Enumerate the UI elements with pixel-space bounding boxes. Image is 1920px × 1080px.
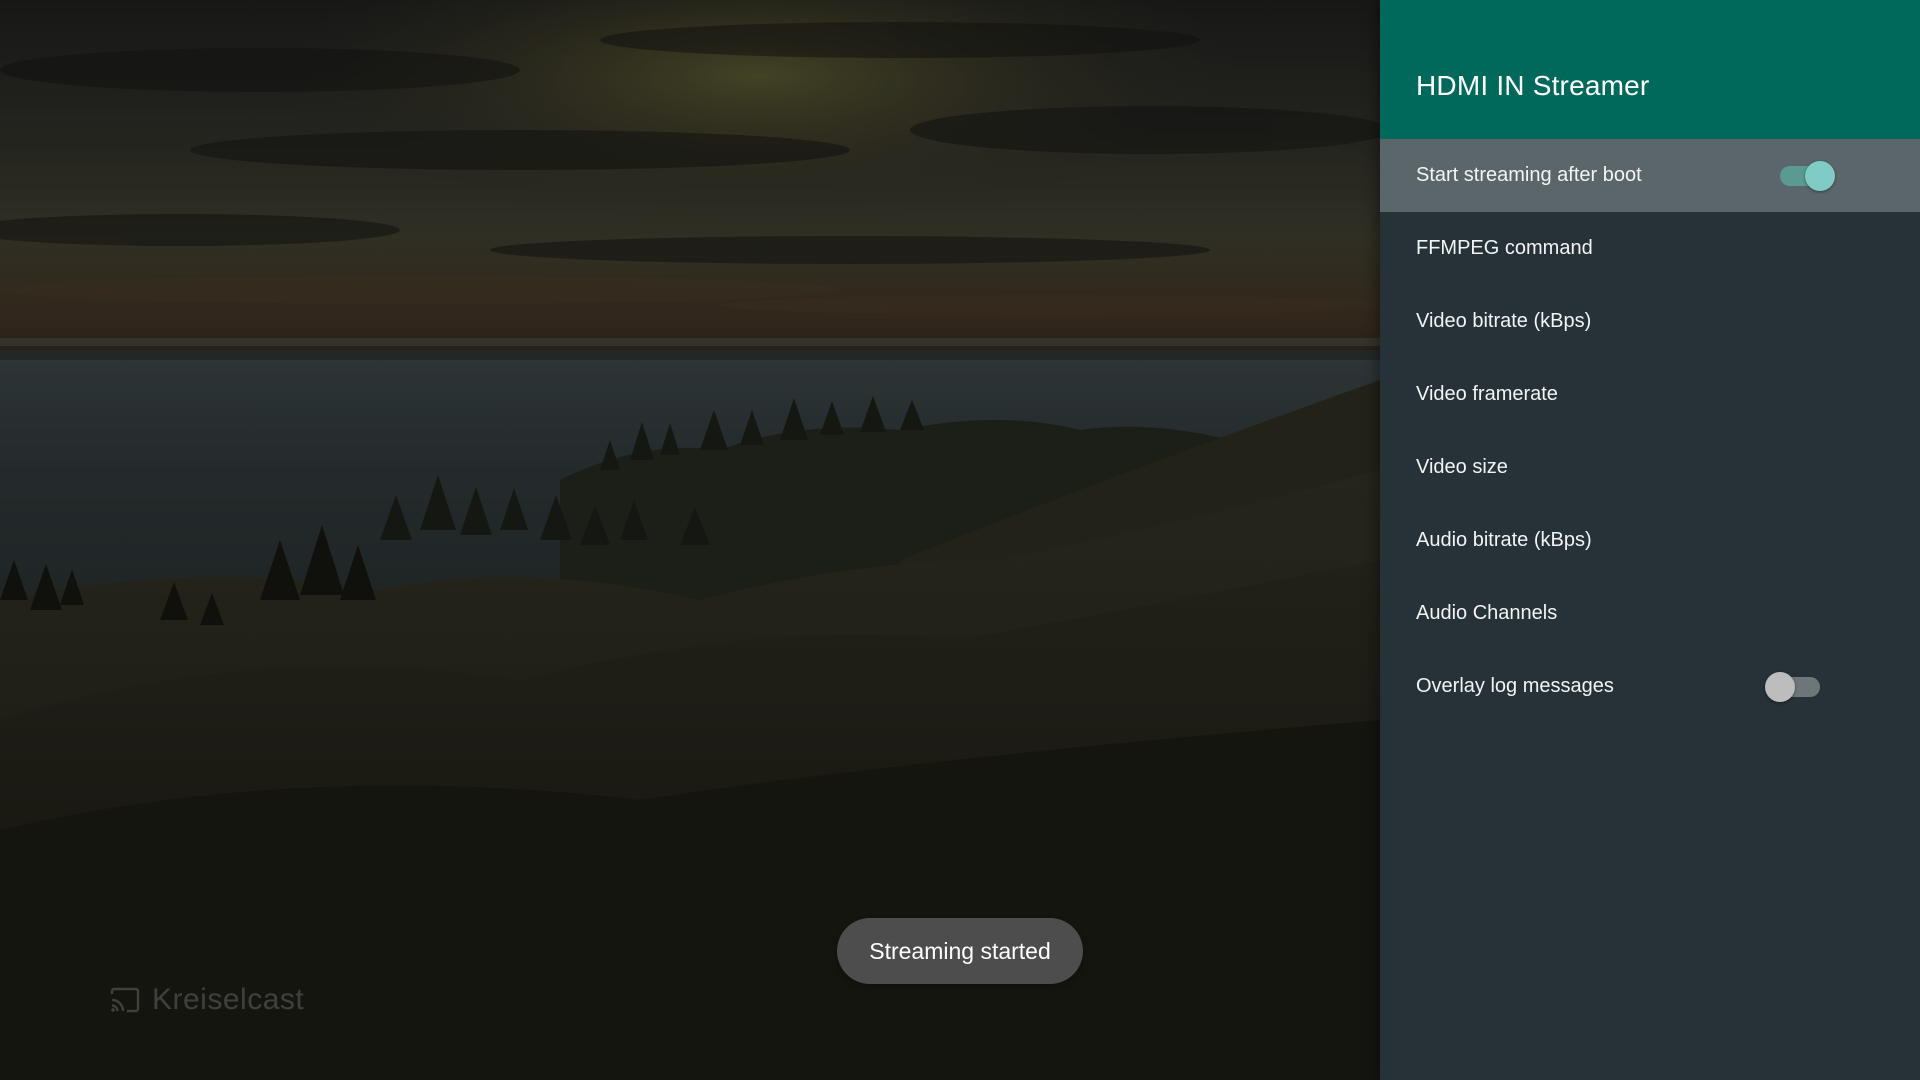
tv-screen: Kreiselcast Streaming started HDMI IN St…	[0, 0, 1920, 1080]
toggle-switch-on[interactable]	[1780, 160, 1835, 191]
brand-name: Kreiselcast	[152, 983, 305, 1016]
panel-header: HDMI IN Streamer	[1380, 0, 1920, 139]
toast-message: Streaming started	[869, 937, 1051, 964]
pref-audio-channels[interactable]: Audio Channels	[1380, 577, 1920, 650]
switch-thumb	[1805, 160, 1835, 191]
pref-video-bitrate[interactable]: Video bitrate (kBps)	[1380, 285, 1920, 358]
pref-ffmpeg-command[interactable]: FFMPEG command	[1380, 212, 1920, 285]
cast-icon	[110, 987, 140, 1013]
pref-label: Video size	[1416, 456, 1508, 478]
brand-watermark: Kreiselcast	[110, 980, 304, 1020]
panel-title: HDMI IN Streamer	[1416, 70, 1650, 101]
pref-label: Video bitrate (kBps)	[1416, 310, 1592, 332]
pref-video-size[interactable]: Video size	[1380, 431, 1920, 504]
toggle-switch-off[interactable]	[1765, 671, 1820, 702]
pref-overlay-log-messages[interactable]: Overlay log messages	[1380, 650, 1920, 723]
pref-audio-bitrate[interactable]: Audio bitrate (kBps)	[1380, 504, 1920, 577]
switch-thumb	[1765, 671, 1795, 702]
pref-label: Audio bitrate (kBps)	[1416, 529, 1592, 551]
pref-label: Overlay log messages	[1416, 675, 1614, 697]
pref-label: Video framerate	[1416, 383, 1558, 405]
pref-label: FFMPEG command	[1416, 237, 1593, 259]
pref-label: Start streaming after boot	[1416, 164, 1642, 186]
toast-notification: Streaming started	[837, 918, 1083, 984]
background-dim-overlay	[0, 0, 1380, 1080]
pref-label: Audio Channels	[1416, 602, 1558, 624]
settings-panel: HDMI IN Streamer Start streaming after b…	[1380, 0, 1920, 1080]
pref-start-streaming-after-boot[interactable]: Start streaming after boot	[1380, 139, 1920, 212]
pref-video-framerate[interactable]: Video framerate	[1380, 358, 1920, 431]
